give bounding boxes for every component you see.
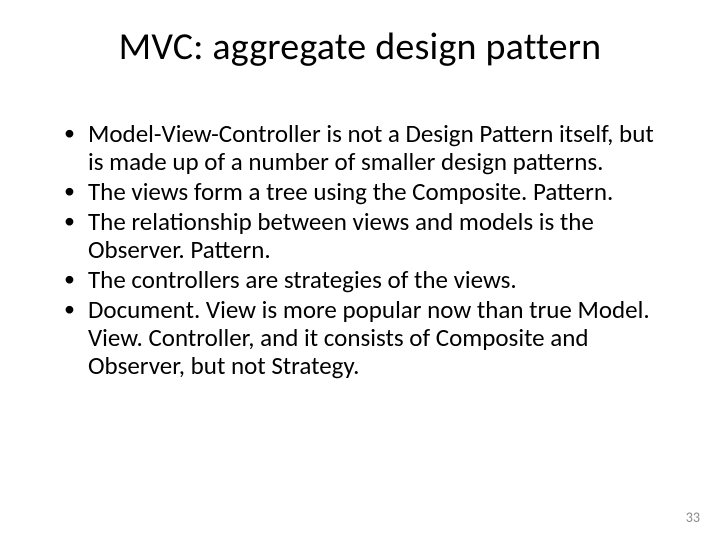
- list-item: The relationship between views and model…: [60, 208, 664, 264]
- slide-body: Model-View-Controller is not a Design Pa…: [60, 120, 664, 382]
- list-item: Document. View is more popular now than …: [60, 296, 664, 380]
- list-item: The controllers are strategies of the vi…: [60, 266, 664, 294]
- slide-title: MVC: aggregate design pattern: [0, 24, 720, 70]
- list-item: The views form a tree using the Composit…: [60, 178, 664, 206]
- bullet-list: Model-View-Controller is not a Design Pa…: [60, 120, 664, 380]
- list-item: Model-View-Controller is not a Design Pa…: [60, 120, 664, 176]
- slide: MVC: aggregate design pattern Model-View…: [0, 0, 720, 540]
- page-number: 33: [686, 509, 700, 526]
